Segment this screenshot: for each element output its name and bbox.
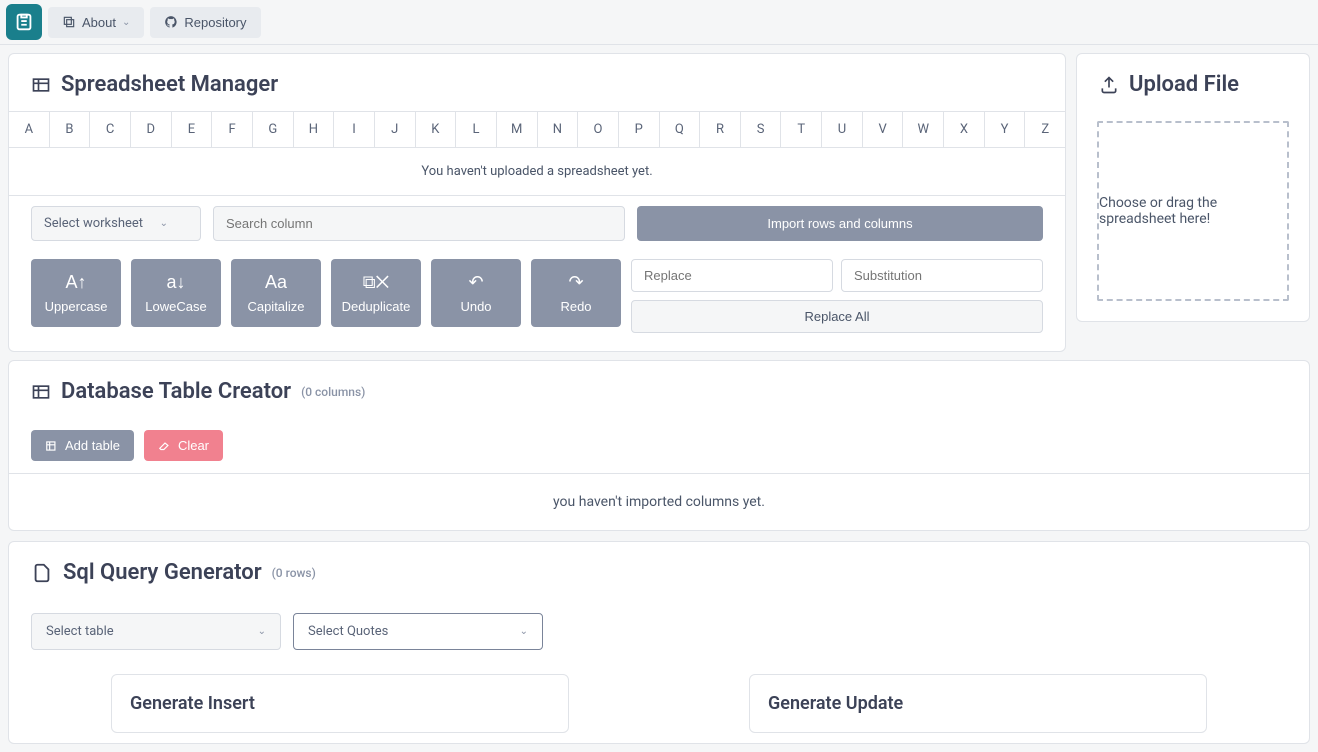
col-F[interactable]: F — [212, 112, 253, 147]
col-Y[interactable]: Y — [985, 112, 1026, 147]
substitution-input[interactable] — [841, 259, 1043, 292]
clear-button[interactable]: Clear — [144, 430, 223, 461]
db-table-card: Database Table Creator (0 columns) Add t… — [8, 360, 1310, 531]
chevron-down-icon: ⌄ — [258, 626, 266, 637]
generate-insert-card: Generate Insert — [111, 674, 569, 733]
col-L[interactable]: L — [456, 112, 497, 147]
generate-update-card: Generate Update — [749, 674, 1207, 733]
spreadsheet-title: Spreadsheet Manager — [61, 72, 278, 97]
deduplicate-label: Deduplicate — [342, 299, 411, 314]
capitalize-label: Capitalize — [247, 299, 304, 314]
col-A[interactable]: A — [9, 112, 50, 147]
search-column-input[interactable] — [213, 206, 625, 241]
db-empty: you haven't imported columns yet. — [9, 473, 1309, 530]
clear-label: Clear — [178, 438, 209, 453]
upload-title: Upload File — [1129, 72, 1239, 97]
db-count: (0 columns) — [301, 385, 365, 399]
col-M[interactable]: M — [497, 112, 538, 147]
github-icon — [164, 15, 178, 29]
col-O[interactable]: O — [578, 112, 619, 147]
about-button[interactable]: About ⌄ — [48, 7, 144, 38]
undo-icon: ↶ — [468, 272, 483, 293]
col-U[interactable]: U — [822, 112, 863, 147]
table-icon — [31, 382, 51, 402]
col-E[interactable]: E — [172, 112, 213, 147]
lowercase-button[interactable]: a↓ LoweCase — [131, 259, 221, 327]
capitalize-button[interactable]: Aa Capitalize — [231, 259, 321, 327]
undo-button[interactable]: ↶ Undo — [431, 259, 521, 327]
spreadsheet-empty: You haven't uploaded a spreadsheet yet. — [9, 148, 1065, 196]
eraser-icon — [158, 439, 172, 453]
col-V[interactable]: V — [863, 112, 904, 147]
chevron-down-icon: ⌄ — [160, 218, 168, 229]
spreadsheet-icon — [31, 75, 51, 95]
add-table-icon — [45, 439, 59, 453]
col-B[interactable]: B — [50, 112, 91, 147]
col-X[interactable]: X — [944, 112, 985, 147]
about-label: About — [82, 15, 116, 30]
col-I[interactable]: I — [334, 112, 375, 147]
col-W[interactable]: W — [903, 112, 944, 147]
col-Z[interactable]: Z — [1025, 112, 1065, 147]
replace-input[interactable] — [631, 259, 833, 292]
repository-button[interactable]: Repository — [150, 7, 260, 38]
col-C[interactable]: C — [90, 112, 131, 147]
col-D[interactable]: D — [131, 112, 172, 147]
upload-card: Upload File Choose or drag the spreadshe… — [1076, 53, 1310, 322]
repository-label: Repository — [184, 15, 246, 30]
select-quotes-label: Select Quotes — [308, 624, 388, 639]
generate-update-title: Generate Update — [768, 693, 1188, 714]
db-title: Database Table Creator — [61, 379, 291, 404]
uppercase-label: Uppercase — [45, 299, 108, 314]
redo-label: Redo — [560, 299, 591, 314]
add-table-label: Add table — [65, 438, 120, 453]
capitalize-icon: Aa — [265, 272, 287, 293]
col-R[interactable]: R — [700, 112, 741, 147]
undo-label: Undo — [460, 299, 491, 314]
lowercase-icon: a↓ — [166, 272, 185, 293]
app-logo — [6, 4, 42, 40]
dropzone-hint: Choose or drag the spreadsheet here! — [1099, 195, 1287, 227]
col-P[interactable]: P — [619, 112, 660, 147]
uppercase-icon: A↑ — [65, 272, 86, 293]
col-T[interactable]: T — [781, 112, 822, 147]
replace-all-button[interactable]: Replace All — [631, 300, 1043, 333]
deduplicate-button[interactable]: ⧉✕ Deduplicate — [331, 259, 421, 327]
col-N[interactable]: N — [538, 112, 579, 147]
select-table-label: Select table — [46, 624, 114, 639]
col-S[interactable]: S — [741, 112, 782, 147]
sql-count: (0 rows) — [272, 566, 316, 580]
add-table-button[interactable]: Add table — [31, 430, 134, 461]
topbar: About ⌄ Repository — [0, 0, 1318, 45]
deduplicate-icon: ⧉✕ — [363, 272, 390, 293]
col-H[interactable]: H — [294, 112, 335, 147]
worksheet-select[interactable]: Select worksheet ⌄ — [31, 206, 201, 241]
spreadsheet-card: Spreadsheet Manager A B C D E F G H I J … — [8, 53, 1066, 352]
sql-title: Sql Query Generator — [63, 560, 262, 585]
lowercase-label: LoweCase — [145, 299, 206, 314]
import-button[interactable]: Import rows and columns — [637, 206, 1043, 241]
uppercase-button[interactable]: A↑ Uppercase — [31, 259, 121, 327]
column-letters: A B C D E F G H I J K L M N O P Q R S T — [9, 111, 1065, 148]
redo-icon: ↷ — [568, 272, 583, 293]
select-table[interactable]: Select table ⌄ — [31, 613, 281, 650]
layers-icon — [62, 15, 76, 29]
col-J[interactable]: J — [375, 112, 416, 147]
chevron-down-icon: ⌄ — [122, 17, 130, 28]
sql-card: Sql Query Generator (0 rows) Select tabl… — [8, 541, 1310, 744]
chevron-down-icon: ⌄ — [520, 626, 528, 637]
col-Q[interactable]: Q — [660, 112, 701, 147]
upload-icon — [1099, 75, 1119, 95]
dropzone[interactable]: Choose or drag the spreadsheet here! — [1097, 121, 1289, 301]
select-quotes[interactable]: Select Quotes ⌄ — [293, 613, 543, 650]
generate-insert-title: Generate Insert — [130, 693, 550, 714]
clipboard-icon — [13, 11, 35, 33]
col-G[interactable]: G — [253, 112, 294, 147]
redo-button[interactable]: ↷ Redo — [531, 259, 621, 327]
worksheet-label: Select worksheet — [44, 216, 143, 231]
col-K[interactable]: K — [416, 112, 457, 147]
sql-icon — [31, 562, 53, 584]
